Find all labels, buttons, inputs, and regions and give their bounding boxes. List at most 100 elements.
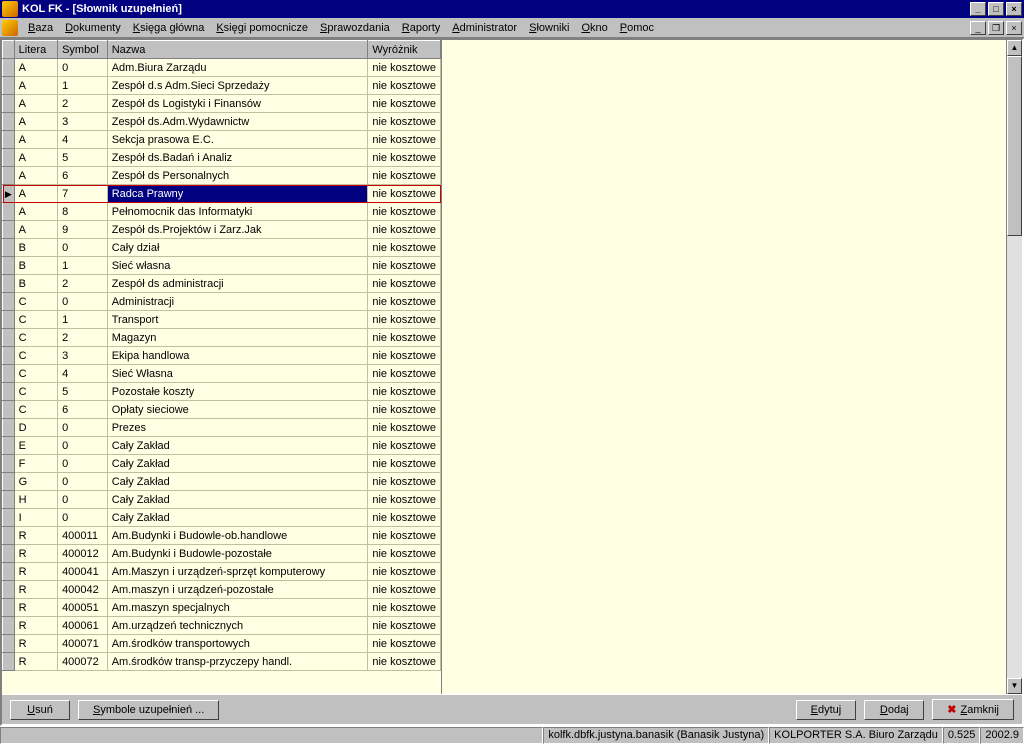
cell-symbol[interactable]: 2 bbox=[58, 275, 108, 293]
table-row[interactable]: A6Zespół ds Personalnychnie kosztowe bbox=[3, 167, 441, 185]
cell-nazwa[interactable]: Radca Prawny bbox=[107, 185, 368, 203]
row-indicator[interactable] bbox=[3, 131, 15, 149]
table-row[interactable]: C2Magazynnie kosztowe bbox=[3, 329, 441, 347]
row-indicator[interactable] bbox=[3, 635, 15, 653]
cell-litera[interactable]: A bbox=[14, 77, 57, 95]
table-row[interactable]: A3Zespół ds.Adm.Wydawnictwnie kosztowe bbox=[3, 113, 441, 131]
table-row[interactable]: A5Zespół ds.Badań i Analiznie kosztowe bbox=[3, 149, 441, 167]
cell-wyroznik[interactable]: nie kosztowe bbox=[368, 635, 441, 653]
cell-symbol[interactable]: 2 bbox=[58, 95, 108, 113]
table-row[interactable]: G0Cały Zakładnie kosztowe bbox=[3, 473, 441, 491]
cell-nazwa[interactable]: Cały dział bbox=[107, 239, 368, 257]
cell-nazwa[interactable]: Zespół ds.Badań i Analiz bbox=[107, 149, 368, 167]
cell-symbol[interactable]: 9 bbox=[58, 221, 108, 239]
table-row[interactable]: R400051Am.maszyn specjalnychnie kosztowe bbox=[3, 599, 441, 617]
row-indicator[interactable] bbox=[3, 275, 15, 293]
cell-nazwa[interactable]: Prezes bbox=[107, 419, 368, 437]
row-indicator[interactable] bbox=[3, 365, 15, 383]
cell-litera[interactable]: R bbox=[14, 563, 57, 581]
cell-litera[interactable]: R bbox=[14, 599, 57, 617]
cell-wyroznik[interactable]: nie kosztowe bbox=[368, 185, 441, 203]
cell-nazwa[interactable]: Zespół ds Personalnych bbox=[107, 167, 368, 185]
cell-nazwa[interactable]: Ekipa handlowa bbox=[107, 347, 368, 365]
row-indicator[interactable] bbox=[3, 347, 15, 365]
row-indicator[interactable] bbox=[3, 221, 15, 239]
cell-symbol[interactable]: 0 bbox=[58, 293, 108, 311]
column-header-litera[interactable]: Litera bbox=[14, 41, 57, 59]
column-header-nazwa[interactable]: Nazwa bbox=[107, 41, 368, 59]
cell-wyroznik[interactable]: nie kosztowe bbox=[368, 419, 441, 437]
row-indicator[interactable] bbox=[3, 59, 15, 77]
cell-symbol[interactable]: 6 bbox=[58, 401, 108, 419]
row-indicator[interactable] bbox=[3, 455, 15, 473]
cell-litera[interactable]: R bbox=[14, 581, 57, 599]
cell-litera[interactable]: C bbox=[14, 293, 57, 311]
row-indicator[interactable] bbox=[3, 257, 15, 275]
cell-litera[interactable]: C bbox=[14, 329, 57, 347]
table-row[interactable]: C1Transportnie kosztowe bbox=[3, 311, 441, 329]
row-indicator[interactable] bbox=[3, 185, 15, 203]
cell-symbol[interactable]: 6 bbox=[58, 167, 108, 185]
cell-litera[interactable]: R bbox=[14, 527, 57, 545]
table-row[interactable]: B0Cały działnie kosztowe bbox=[3, 239, 441, 257]
cell-wyroznik[interactable]: nie kosztowe bbox=[368, 527, 441, 545]
table-row[interactable]: A1Zespół d.s Adm.Sieci Sprzedażynie kosz… bbox=[3, 77, 441, 95]
row-indicator[interactable] bbox=[3, 527, 15, 545]
row-indicator[interactable] bbox=[3, 293, 15, 311]
scroll-track[interactable] bbox=[1007, 56, 1022, 678]
menu-słowniki[interactable]: Słowniki bbox=[523, 20, 575, 36]
table-row[interactable]: R400011Am.Budynki i Budowle-ob.handlowen… bbox=[3, 527, 441, 545]
cell-litera[interactable]: R bbox=[14, 545, 57, 563]
cell-symbol[interactable]: 0 bbox=[58, 455, 108, 473]
row-indicator[interactable] bbox=[3, 113, 15, 131]
menu-raporty[interactable]: Raporty bbox=[396, 20, 447, 36]
cell-litera[interactable]: A bbox=[14, 221, 57, 239]
cell-symbol[interactable]: 400071 bbox=[58, 635, 108, 653]
table-row[interactable]: R400071Am.środków transportowychnie kosz… bbox=[3, 635, 441, 653]
menu-pomoc[interactable]: Pomoc bbox=[614, 20, 660, 36]
cell-symbol[interactable]: 8 bbox=[58, 203, 108, 221]
cell-nazwa[interactable]: Am.maszyn i urządzeń-pozostałe bbox=[107, 581, 368, 599]
row-indicator-header[interactable] bbox=[3, 41, 15, 59]
cell-symbol[interactable]: 400041 bbox=[58, 563, 108, 581]
row-indicator[interactable] bbox=[3, 203, 15, 221]
column-header-wyroznik[interactable]: Wyróżnik bbox=[368, 41, 441, 59]
cell-symbol[interactable]: 3 bbox=[58, 113, 108, 131]
mdi-restore-button[interactable]: ❐ bbox=[988, 21, 1004, 35]
cell-nazwa[interactable]: Am.maszyn specjalnych bbox=[107, 599, 368, 617]
cell-wyroznik[interactable]: nie kosztowe bbox=[368, 455, 441, 473]
close-dialog-button[interactable]: ✖Zamknij bbox=[932, 699, 1014, 720]
cell-wyroznik[interactable]: nie kosztowe bbox=[368, 221, 441, 239]
cell-wyroznik[interactable]: nie kosztowe bbox=[368, 563, 441, 581]
cell-litera[interactable]: A bbox=[14, 203, 57, 221]
cell-litera[interactable]: C bbox=[14, 311, 57, 329]
edit-button[interactable]: Edytuj bbox=[796, 700, 857, 720]
cell-litera[interactable]: A bbox=[14, 95, 57, 113]
vertical-scrollbar[interactable]: ▲ ▼ bbox=[1006, 40, 1022, 694]
cell-wyroznik[interactable]: nie kosztowe bbox=[368, 365, 441, 383]
cell-wyroznik[interactable]: nie kosztowe bbox=[368, 581, 441, 599]
cell-wyroznik[interactable]: nie kosztowe bbox=[368, 149, 441, 167]
cell-litera[interactable]: A bbox=[14, 185, 57, 203]
cell-nazwa[interactable]: Sieć własna bbox=[107, 257, 368, 275]
table-row[interactable]: R400012Am.Budynki i Budowle-pozostałenie… bbox=[3, 545, 441, 563]
cell-litera[interactable]: G bbox=[14, 473, 57, 491]
cell-nazwa[interactable]: Sieć Własna bbox=[107, 365, 368, 383]
cell-symbol[interactable]: 1 bbox=[58, 77, 108, 95]
row-indicator[interactable] bbox=[3, 401, 15, 419]
cell-symbol[interactable]: 400011 bbox=[58, 527, 108, 545]
row-indicator[interactable] bbox=[3, 491, 15, 509]
menu-baza[interactable]: Baza bbox=[22, 20, 59, 36]
cell-litera[interactable]: A bbox=[14, 167, 57, 185]
row-indicator[interactable] bbox=[3, 653, 15, 671]
table-row[interactable]: R400041Am.Maszyn i urządzeń-sprzęt kompu… bbox=[3, 563, 441, 581]
cell-wyroznik[interactable]: nie kosztowe bbox=[368, 653, 441, 671]
cell-litera[interactable]: H bbox=[14, 491, 57, 509]
cell-wyroznik[interactable]: nie kosztowe bbox=[368, 437, 441, 455]
cell-nazwa[interactable]: Zespół ds administracji bbox=[107, 275, 368, 293]
cell-litera[interactable]: E bbox=[14, 437, 57, 455]
cell-symbol[interactable]: 0 bbox=[58, 491, 108, 509]
row-indicator[interactable] bbox=[3, 563, 15, 581]
scroll-thumb[interactable] bbox=[1007, 56, 1022, 236]
table-row[interactable]: B2Zespół ds administracjinie kosztowe bbox=[3, 275, 441, 293]
